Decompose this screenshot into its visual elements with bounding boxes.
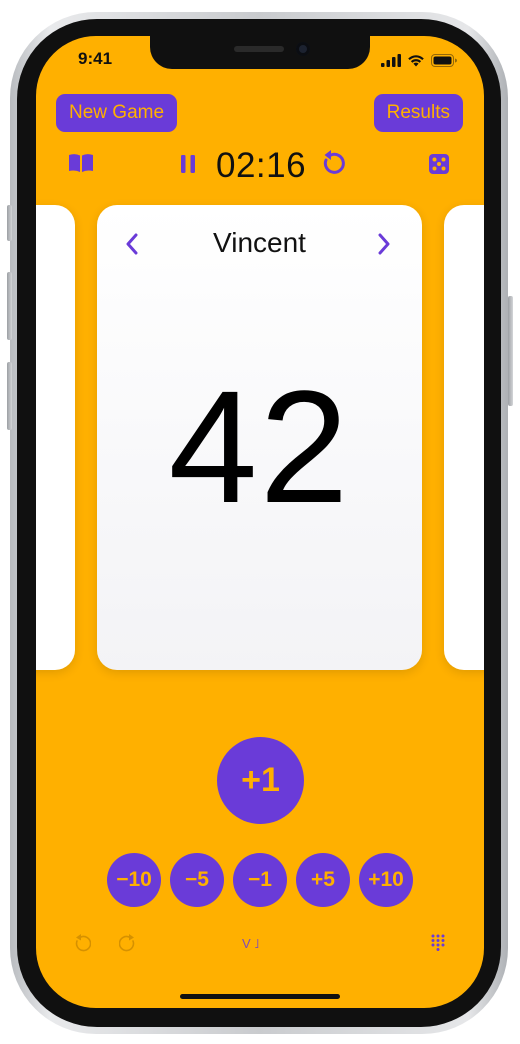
silent-switch bbox=[7, 205, 12, 241]
wifi-icon bbox=[407, 52, 425, 71]
book-icon[interactable] bbox=[68, 153, 94, 177]
undo-icon[interactable] bbox=[71, 934, 92, 959]
volume-down-button bbox=[7, 362, 12, 430]
timer-group: 02:16 bbox=[176, 144, 356, 185]
minus-ten-button[interactable]: −10 bbox=[107, 853, 161, 907]
player-score: 42 bbox=[168, 357, 351, 536]
next-player-card[interactable] bbox=[444, 205, 484, 670]
results-button[interactable]: Results bbox=[373, 94, 463, 132]
status-time: 9:41 bbox=[78, 49, 113, 68]
battery-icon bbox=[431, 52, 458, 71]
app-screen: 9:41 New Game Results 02:16 Vincent 42 +… bbox=[36, 36, 484, 1008]
pause-icon[interactable] bbox=[181, 155, 195, 177]
minus-one-button[interactable]: −1 bbox=[233, 853, 287, 907]
earpiece-speaker bbox=[234, 46, 284, 52]
redo-icon[interactable] bbox=[118, 934, 139, 959]
cellular-signal-icon bbox=[381, 52, 401, 71]
notch bbox=[150, 36, 370, 69]
minus-five-button[interactable]: −5 bbox=[170, 853, 224, 907]
player-card: Vincent 42 bbox=[97, 205, 422, 670]
plus-one-button[interactable]: +1 bbox=[217, 737, 304, 824]
status-icons bbox=[381, 52, 458, 71]
home-indicator[interactable] bbox=[180, 994, 340, 999]
new-game-button[interactable]: New Game bbox=[56, 94, 178, 132]
restart-timer-icon[interactable] bbox=[319, 150, 345, 182]
power-button bbox=[508, 296, 513, 406]
sort-icon[interactable]: V ˩ bbox=[242, 936, 259, 951]
previous-player-card[interactable] bbox=[36, 205, 75, 670]
player-name[interactable]: Vincent bbox=[97, 227, 422, 259]
chevron-right-icon[interactable] bbox=[377, 233, 391, 259]
volume-up-button bbox=[7, 272, 12, 340]
plus-five-button[interactable]: +5 bbox=[296, 853, 350, 907]
dice-icon[interactable] bbox=[429, 154, 449, 178]
game-timer: 02:16 bbox=[216, 146, 307, 185]
keypad-icon[interactable] bbox=[431, 934, 445, 957]
front-camera bbox=[296, 42, 310, 56]
plus-ten-button[interactable]: +10 bbox=[359, 853, 413, 907]
